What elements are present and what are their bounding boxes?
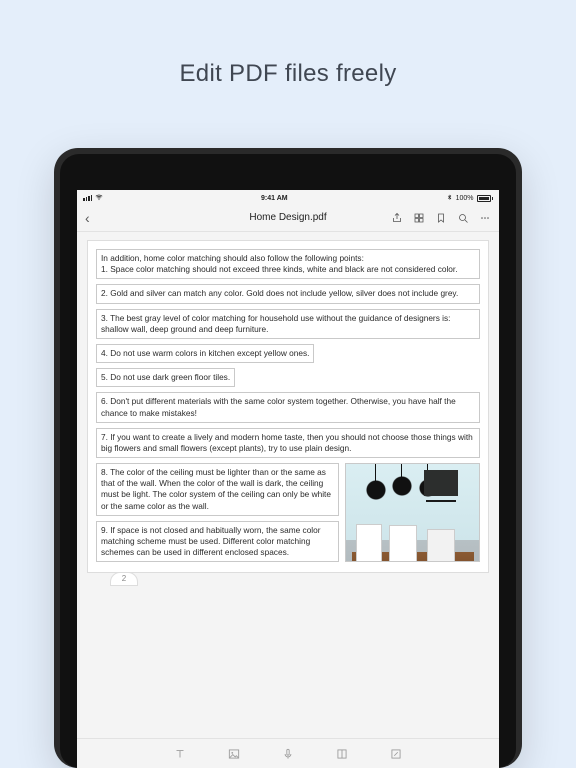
pdf-page[interactable]: In addition, home color matching should … <box>87 240 489 573</box>
back-button[interactable]: ‹ <box>85 211 101 225</box>
image-tool-icon[interactable] <box>227 747 241 761</box>
grid-icon[interactable] <box>413 212 425 224</box>
text-tool-icon[interactable] <box>173 747 187 761</box>
promo-title: Edit PDF files freely <box>0 60 576 88</box>
share-icon[interactable] <box>391 212 403 224</box>
battery-icon <box>477 195 494 202</box>
battery-percent: 100% <box>456 195 474 202</box>
device-frame: 9:41 AM 100% ‹ Home Design.pdf <box>54 148 522 768</box>
cellular-signal-icon <box>83 195 92 201</box>
text-block[interactable]: 9. If space is not closed and habitually… <box>96 521 339 563</box>
app-screen: 9:41 AM 100% ‹ Home Design.pdf <box>77 190 499 768</box>
app-header: ‹ Home Design.pdf <box>77 204 499 232</box>
status-time: 9:41 AM <box>261 195 288 202</box>
wifi-icon <box>95 193 103 203</box>
edit-toolbar <box>77 738 499 768</box>
page-number-badge: 2 <box>110 572 138 587</box>
text-block[interactable]: 5. Do not use dark green floor tiles. <box>96 368 235 387</box>
text-block[interactable]: 6. Don't put different materials with th… <box>96 392 480 422</box>
text-block[interactable]: 2. Gold and silver can match any color. … <box>96 284 480 303</box>
text-block[interactable]: 3. The best gray level of color matching… <box>96 309 480 339</box>
text-block[interactable]: 7. If you want to create a lively and mo… <box>96 428 480 458</box>
embedded-image[interactable] <box>345 463 480 562</box>
status-bar: 9:41 AM 100% <box>77 190 499 204</box>
annotate-tool-icon[interactable] <box>389 747 403 761</box>
voice-tool-icon[interactable] <box>281 747 295 761</box>
text-block[interactable]: 8. The color of the ceiling must be ligh… <box>96 463 339 516</box>
text-block[interactable]: 4. Do not use warm colors in kitchen exc… <box>96 344 314 363</box>
layout-tool-icon[interactable] <box>335 747 349 761</box>
search-icon[interactable] <box>457 212 469 224</box>
more-icon[interactable] <box>479 212 491 224</box>
text-block[interactable]: In addition, home color matching should … <box>96 249 480 279</box>
bluetooth-icon <box>446 194 453 203</box>
bookmark-icon[interactable] <box>435 212 447 224</box>
